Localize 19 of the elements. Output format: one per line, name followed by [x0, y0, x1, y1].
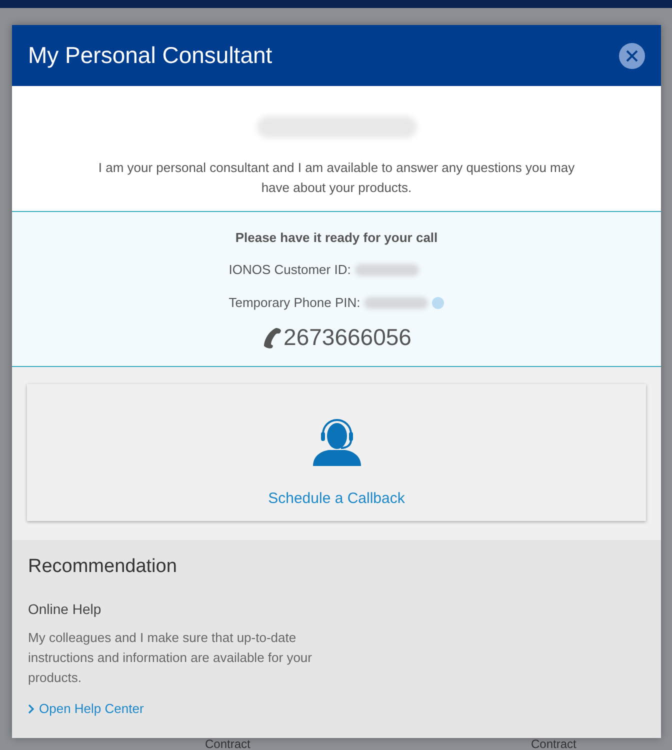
phone-number: 2673666056 [284, 323, 412, 352]
redacted-value [354, 264, 419, 276]
background-label: Contract [531, 738, 576, 750]
intro-text: I am your personal consultant and I am available to answer any questions you may have about your products. [97, 159, 576, 198]
phone-icon [262, 326, 282, 349]
help-center-link[interactable]: Open Help Center [28, 699, 144, 719]
recommendation-heading: Recommendation [28, 556, 178, 579]
call-info-heading: Please have it ready for your call [235, 228, 438, 247]
close-button[interactable] [619, 42, 645, 69]
recommendation-title: Online Help [28, 600, 102, 619]
field-label: Temporary Phone PIN: [228, 294, 360, 312]
field-label: IONOS Customer ID: [228, 261, 351, 280]
close-icon [625, 48, 639, 63]
callback-card[interactable]: Schedule a Callback [27, 384, 646, 522]
chevron-icon [28, 704, 35, 714]
background-label: Contract [205, 738, 250, 750]
dialog-title: My Personal Consultant [28, 42, 272, 70]
recommendation-text: My colleagues and I make sure that up-to-date instructions and information are available for your products. [28, 629, 313, 687]
redacted-value [364, 296, 428, 309]
